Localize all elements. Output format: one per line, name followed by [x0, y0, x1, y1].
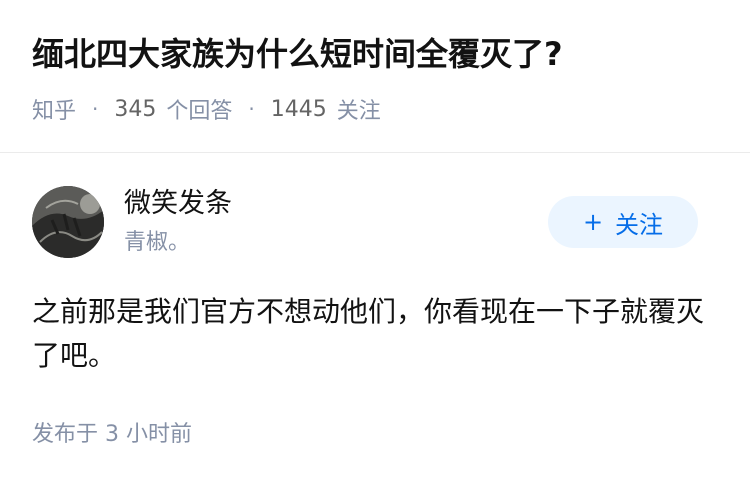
avatar-image — [32, 186, 104, 258]
plus-icon: + — [582, 208, 604, 236]
source-label[interactable]: 知乎 — [32, 93, 76, 125]
follow-button[interactable]: + 关注 — [548, 196, 698, 248]
question-meta: 知乎 · 345 个回答 · 1445 关注 — [32, 92, 381, 126]
follower-count: 1445 — [270, 96, 327, 122]
follow-button-label: 关注 — [615, 210, 664, 239]
question-title[interactable]: 缅北四大家族为什么短时间全覆灭了? — [32, 30, 722, 78]
answer-count: 345 — [114, 96, 157, 122]
divider — [0, 152, 750, 153]
author-name[interactable]: 微笑发条 — [124, 186, 232, 222]
author-bio: 青椒。 — [124, 230, 191, 255]
answer-timestamp: 发布于 3 小时前 — [32, 422, 192, 447]
answer-count-label: 个回答 — [166, 99, 233, 124]
author-avatar[interactable] — [32, 186, 104, 258]
meta-separator: · — [248, 97, 255, 121]
answer-page: 缅北四大家族为什么短时间全覆灭了? 知乎 · 345 个回答 · 1445 关注… — [0, 0, 750, 486]
follower-count-label: 关注 — [336, 99, 381, 124]
answer-content[interactable]: 之前那是我们官方不想动他们，你看现在一下子就覆灭了吧。 — [32, 290, 718, 378]
meta-separator: · — [92, 97, 99, 121]
